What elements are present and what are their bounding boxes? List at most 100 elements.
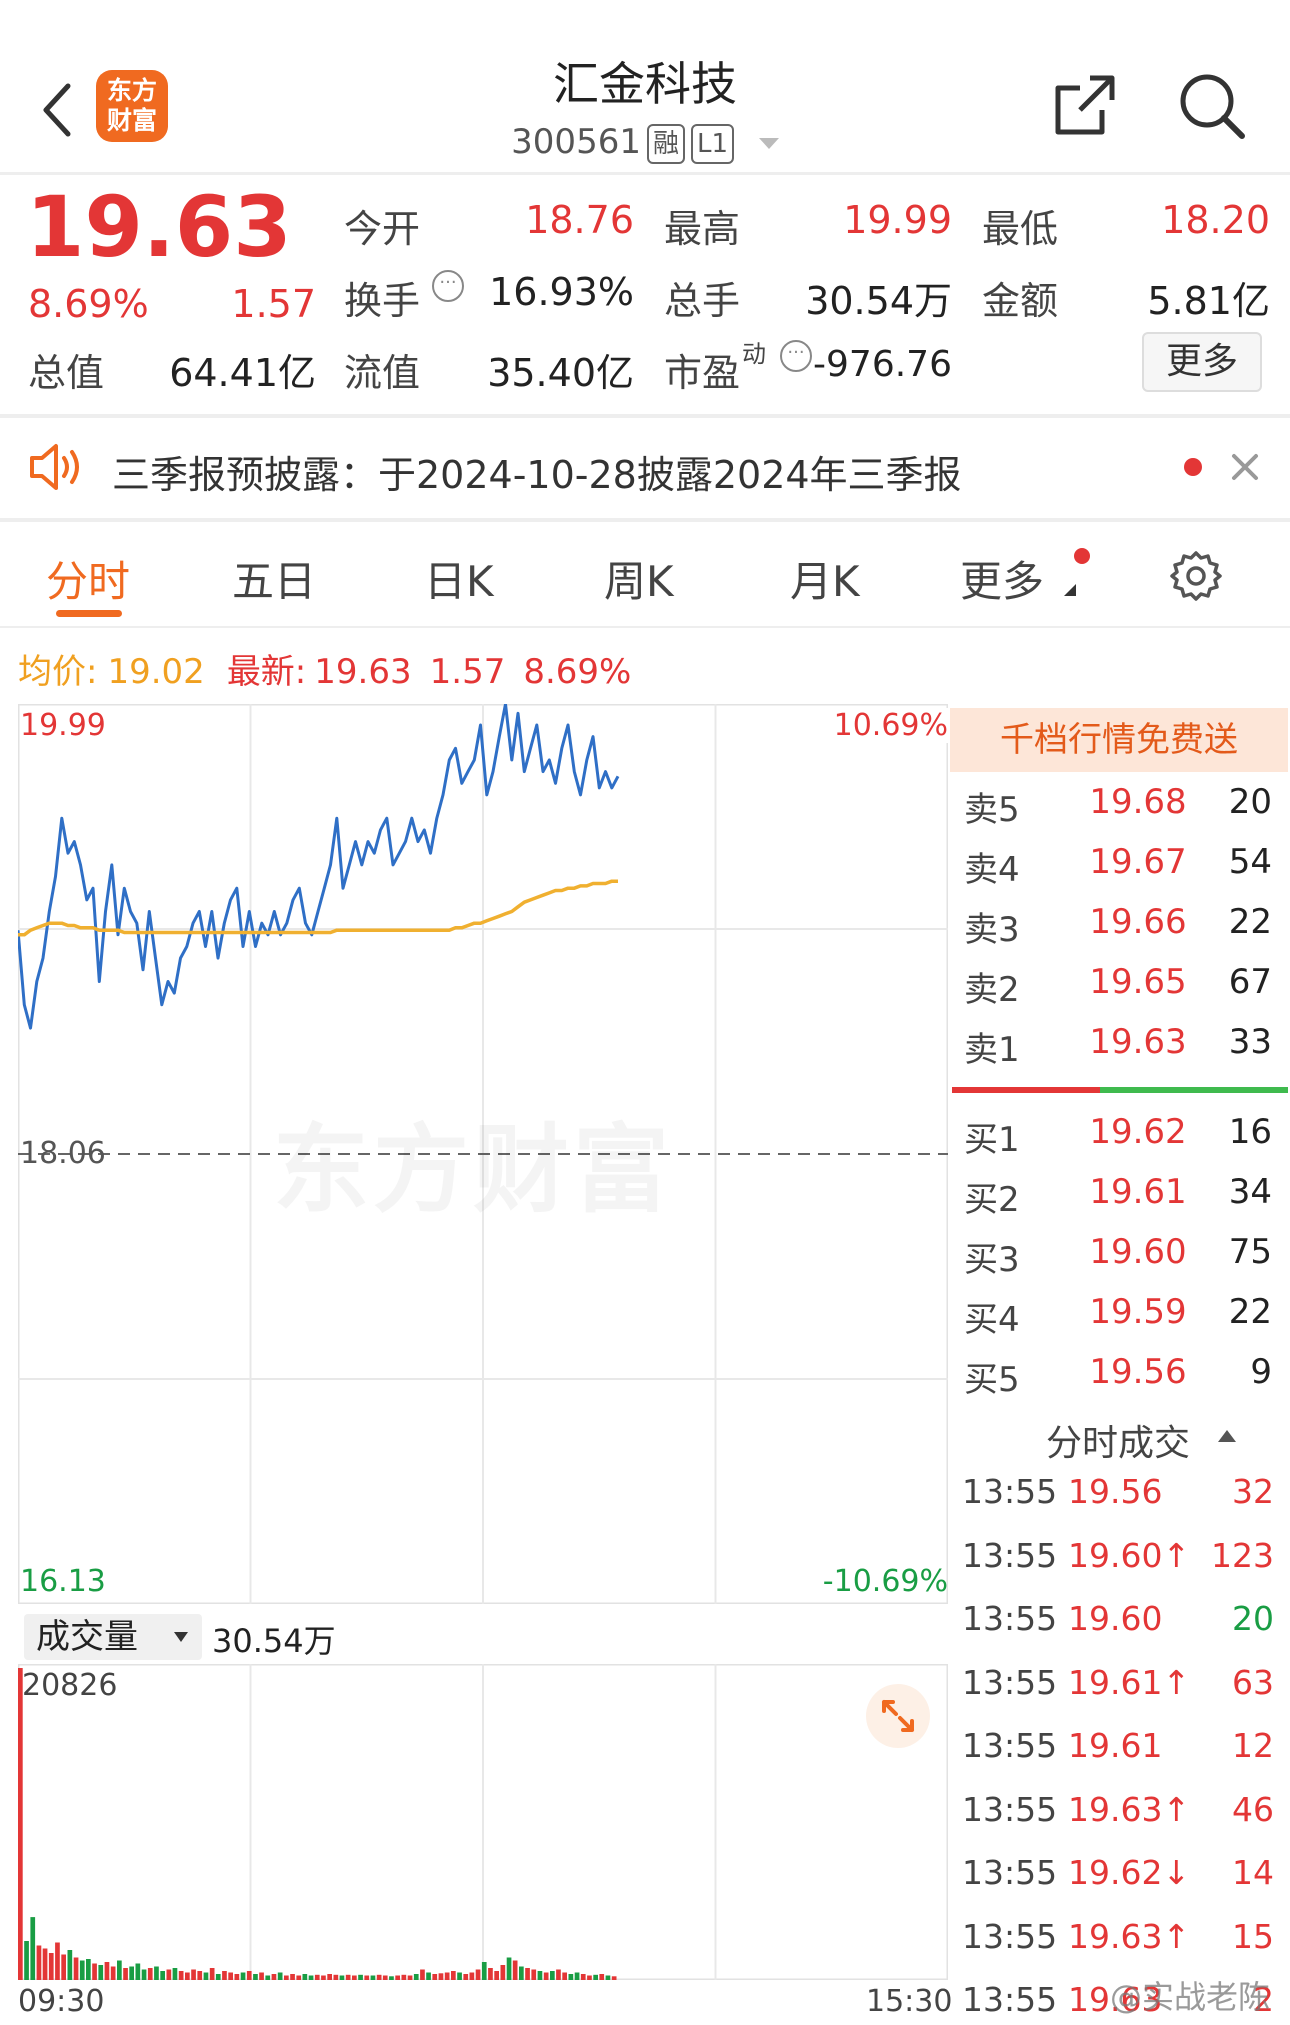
volume-bar <box>370 1975 376 1980</box>
turnover-label: 换手 <box>344 279 421 323</box>
ask-row[interactable]: 卖3 19.66 22 <box>960 902 1278 962</box>
high-label: 最高 <box>664 207 741 251</box>
order-book-banner[interactable]: 千档行情免费送 <box>950 708 1288 772</box>
trade-time: 13:55 <box>962 1916 1058 1956</box>
share-icon[interactable] <box>1050 70 1120 140</box>
trade-time: 13:55 <box>962 1980 1058 2019</box>
volume-bar <box>55 1942 60 1980</box>
turnover-info-icon[interactable]: ··· <box>432 270 464 302</box>
tab-five-day[interactable]: 五日 <box>232 548 316 609</box>
speaker-icon <box>28 442 84 492</box>
trade-row: 13:55 19.62↓ 14 <box>960 1853 1278 1913</box>
expand-icon[interactable] <box>866 1684 930 1748</box>
ask-label: 卖2 <box>964 970 1020 1010</box>
trade-row: 13:55 19.60↑ 123 <box>960 1536 1278 1596</box>
volume-bar <box>215 1974 221 1980</box>
volume-bar <box>110 1966 116 1980</box>
volume-bar <box>593 1974 598 1980</box>
tab-daily-k[interactable]: 日K <box>424 548 494 609</box>
tab-intraday[interactable]: 分时 <box>46 548 130 609</box>
footer-watermark: @实战老陈 <box>1110 1978 1271 2016</box>
volume-selector[interactable]: 成交量 <box>24 1614 202 1660</box>
chart-info-line: 均价: 19.02 最新: 19.63 1.57 8.69% <box>18 644 631 693</box>
volume-bar <box>469 1972 475 1980</box>
dropdown-caret-icon[interactable] <box>758 138 779 149</box>
volume-bar <box>525 1968 530 1980</box>
trade-time: 13:55 <box>962 1789 1058 1829</box>
bid-price: 19.62 <box>1089 1112 1187 1152</box>
trades-title[interactable]: 分时成交 <box>1046 1414 1190 1466</box>
volume-bar <box>166 1969 172 1980</box>
y-prev-close-label: 18.06 <box>20 1136 106 1171</box>
close-icon[interactable] <box>1230 452 1260 482</box>
tab-weekly-k[interactable]: 周K <box>604 548 674 609</box>
mcap-value: 64.41亿 <box>169 351 316 395</box>
trade-price: 19.63↑ <box>1068 1916 1191 1956</box>
volume-bar <box>568 1974 574 1980</box>
book-divider-red <box>952 1087 1100 1093</box>
volume-bar <box>129 1966 134 1980</box>
tab-monthly-k[interactable]: 月K <box>790 548 860 609</box>
volume-bar <box>426 1972 431 1980</box>
ask-row[interactable]: 卖2 19.65 67 <box>960 962 1278 1022</box>
volume-bar <box>481 1962 487 1980</box>
ask-row[interactable]: 卖5 19.68 20 <box>960 782 1278 842</box>
bid-volume: 9 <box>1250 1352 1272 1392</box>
volume-bar <box>352 1975 357 1980</box>
y-low-label: 16.13 <box>20 1564 106 1599</box>
bid-row[interactable]: 买4 19.59 22 <box>960 1292 1278 1352</box>
settings-gear-icon[interactable] <box>1170 550 1222 602</box>
volume-chart[interactable]: 20826 <box>18 1664 948 1980</box>
trade-time: 13:55 <box>962 1599 1058 1638</box>
bid-row[interactable]: 买2 19.61 34 <box>960 1172 1278 1232</box>
search-icon[interactable] <box>1176 70 1248 142</box>
trade-volume: 32 <box>1232 1472 1274 1511</box>
more-button[interactable]: 更多 <box>1142 332 1262 392</box>
trade-price: 19.60↑ <box>1068 1535 1191 1575</box>
volume-bar <box>302 1974 308 1980</box>
bid-row[interactable]: 买5 19.56 9 <box>960 1352 1278 1412</box>
ask-price: 19.63 <box>1089 1022 1187 1062</box>
ask-row[interactable]: 卖4 19.67 54 <box>960 842 1278 902</box>
level-tag: L1 <box>690 123 735 164</box>
volume-bar <box>234 1974 240 1980</box>
trade-price: 19.60 <box>1068 1599 1163 1638</box>
trade-price: 19.62↓ <box>1068 1853 1191 1892</box>
notice-text[interactable]: 三季报预披露：于2024-10-28披露2024年三季报 <box>112 444 962 499</box>
bid-row[interactable]: 买1 19.62 16 <box>960 1112 1278 1172</box>
volume-bar <box>599 1974 605 1980</box>
change-amount: 1.57 <box>231 282 316 326</box>
trade-time: 13:55 <box>962 1472 1058 1511</box>
volume-bar <box>358 1974 363 1980</box>
turnover-value: 16.93% <box>489 270 634 314</box>
trades-collapse-icon[interactable] <box>1218 1430 1236 1442</box>
volume-bar <box>209 1968 215 1980</box>
volume-bar <box>587 1975 592 1980</box>
volume-bar <box>457 1972 462 1980</box>
ask-price: 19.68 <box>1089 782 1187 822</box>
volume-bar <box>321 1975 326 1980</box>
bid-label: 买1 <box>964 1120 1020 1160</box>
ask-row[interactable]: 卖1 19.63 33 <box>960 1022 1278 1082</box>
intraday-chart[interactable]: 东方财富 19.99 10.69% 18.06 16.13 -10.69% <box>18 704 948 1604</box>
pe-value: -976.76 <box>813 344 952 385</box>
bid-row[interactable]: 买3 19.60 75 <box>960 1232 1278 1292</box>
latest-percent: 8.69% <box>523 652 632 692</box>
volume-bar <box>543 1972 549 1980</box>
pe-info-icon[interactable]: ··· <box>780 340 812 372</box>
ask-label: 卖1 <box>964 1030 1020 1070</box>
trade-price: 19.56 <box>1068 1472 1163 1511</box>
ask-label: 卖4 <box>964 850 1020 890</box>
trade-volume: 123 <box>1211 1535 1274 1575</box>
amount-label: 金额 <box>982 279 1059 323</box>
low-label: 最低 <box>982 207 1059 251</box>
trade-row: 13:55 19.63↑ 46 <box>960 1790 1278 1850</box>
ask-volume: 67 <box>1228 962 1272 1002</box>
bid-label: 买4 <box>964 1300 1020 1340</box>
pe-label: 市盈 <box>664 351 741 395</box>
tab-more[interactable]: 更多 <box>960 548 1044 609</box>
trade-volume: 46 <box>1232 1789 1274 1829</box>
latest-value: 19.63 <box>314 652 412 692</box>
volume-bar <box>73 1957 79 1980</box>
volume-bar <box>277 1972 283 1980</box>
